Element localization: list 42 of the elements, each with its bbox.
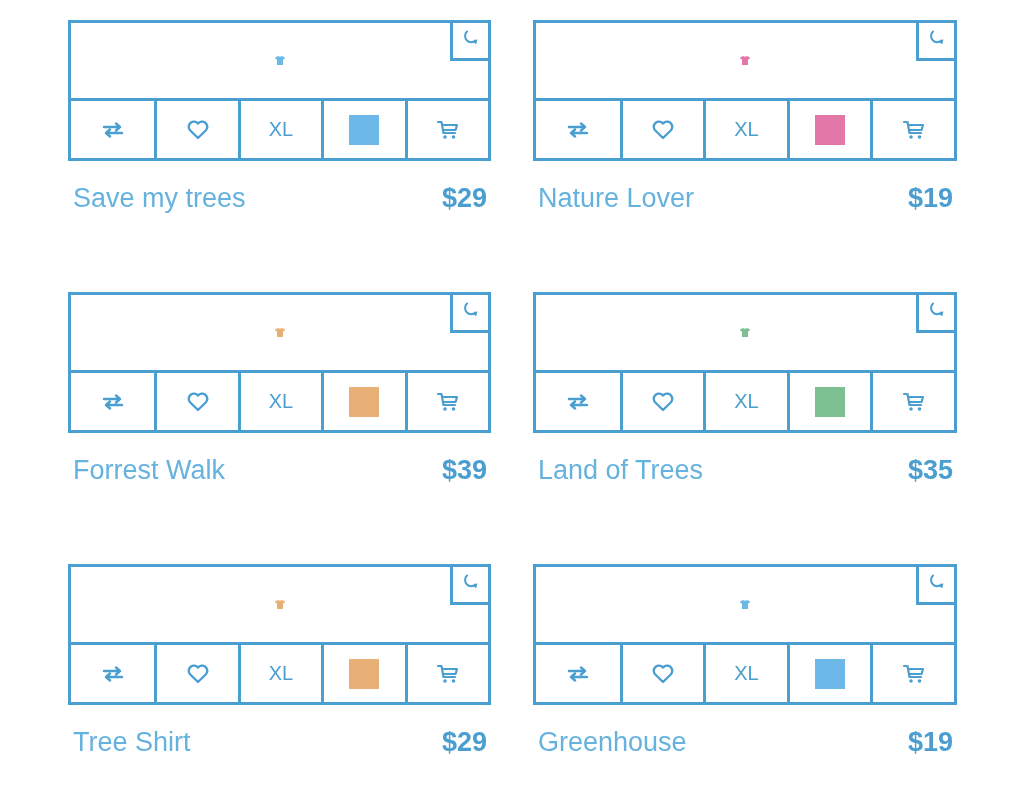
product-price: $35 bbox=[907, 455, 953, 486]
product-name: Greenhouse bbox=[538, 727, 687, 758]
heart-icon bbox=[186, 663, 209, 684]
cart-icon bbox=[902, 119, 925, 140]
refresh-button[interactable] bbox=[450, 295, 488, 333]
refresh-button[interactable] bbox=[916, 295, 954, 333]
cart-icon bbox=[902, 663, 925, 684]
cart-icon bbox=[436, 391, 459, 412]
product-price: $39 bbox=[441, 455, 487, 486]
product-name: Save my trees bbox=[73, 183, 246, 214]
cart-icon bbox=[436, 119, 459, 140]
refresh-icon bbox=[927, 29, 946, 45]
refresh-icon bbox=[461, 573, 480, 589]
swap-arrows-icon bbox=[101, 665, 124, 682]
refresh-icon bbox=[461, 301, 480, 317]
cart-icon bbox=[902, 391, 925, 412]
heart-icon bbox=[651, 391, 674, 412]
product-price: $19 bbox=[907, 727, 953, 758]
refresh-icon bbox=[927, 573, 946, 589]
swap-arrows-icon bbox=[566, 393, 589, 410]
heart-icon bbox=[186, 119, 209, 140]
swap-arrows-icon bbox=[101, 393, 124, 410]
refresh-icon bbox=[927, 301, 946, 317]
refresh-button[interactable] bbox=[450, 567, 488, 605]
product-name: Nature Lover bbox=[538, 183, 695, 214]
product-name: Forrest Walk bbox=[73, 455, 225, 486]
product-price: $29 bbox=[441, 727, 487, 758]
heart-icon bbox=[651, 663, 674, 684]
product-name: Land of Trees bbox=[538, 455, 704, 486]
refresh-button[interactable] bbox=[916, 567, 954, 605]
product-name: Tree Shirt bbox=[73, 727, 191, 758]
swap-arrows-icon bbox=[566, 665, 589, 682]
heart-icon bbox=[186, 391, 209, 412]
product-price: $29 bbox=[441, 183, 487, 214]
refresh-button[interactable] bbox=[450, 23, 488, 61]
refresh-icon bbox=[461, 29, 480, 45]
swap-arrows-icon bbox=[101, 121, 124, 138]
product-price: $19 bbox=[907, 183, 953, 214]
swap-arrows-icon bbox=[566, 121, 589, 138]
refresh-button[interactable] bbox=[916, 23, 954, 61]
cart-icon bbox=[436, 663, 459, 684]
heart-icon bbox=[651, 119, 674, 140]
